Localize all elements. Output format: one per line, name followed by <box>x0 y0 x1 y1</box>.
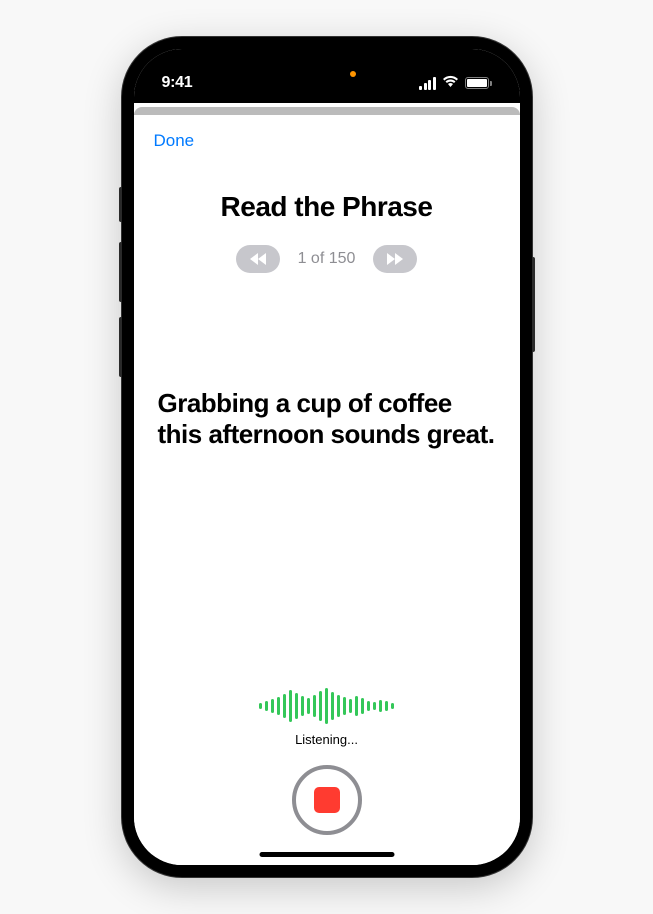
dynamic-island <box>267 63 387 97</box>
volume-down-button <box>119 317 122 377</box>
volume-up-button <box>119 242 122 302</box>
screen: 9:41 Done Read the P <box>134 49 520 865</box>
rewind-icon <box>248 252 268 266</box>
pagination: 1 of 150 <box>154 245 500 273</box>
content-area: Done Read the Phrase 1 of 150 Grabbing <box>134 115 520 865</box>
silent-switch <box>119 187 122 222</box>
recording-status: Listening... <box>295 732 358 747</box>
cellular-signal-icon <box>419 77 436 90</box>
phrase-text: Grabbing a cup of coffee this afternoon … <box>154 388 500 450</box>
recording-area: Listening... <box>134 686 520 835</box>
side-button <box>532 257 535 352</box>
phone-frame: 9:41 Done Read the P <box>122 37 532 877</box>
stop-recording-button[interactable] <box>292 765 362 835</box>
home-indicator[interactable] <box>259 852 394 857</box>
microphone-indicator-icon <box>350 71 356 77</box>
done-button[interactable]: Done <box>154 131 195 151</box>
sheet-grabber <box>134 107 520 115</box>
page-title: Read the Phrase <box>154 191 500 223</box>
battery-icon <box>465 77 492 89</box>
next-button[interactable] <box>373 245 417 273</box>
previous-button[interactable] <box>236 245 280 273</box>
page-counter: 1 of 150 <box>298 250 356 268</box>
stop-icon <box>314 787 340 813</box>
privacy-indicators <box>350 71 356 77</box>
forward-icon <box>385 252 405 266</box>
status-icons <box>419 74 492 92</box>
waveform-icon <box>259 686 394 726</box>
status-time: 9:41 <box>162 74 193 92</box>
wifi-icon <box>442 74 459 92</box>
